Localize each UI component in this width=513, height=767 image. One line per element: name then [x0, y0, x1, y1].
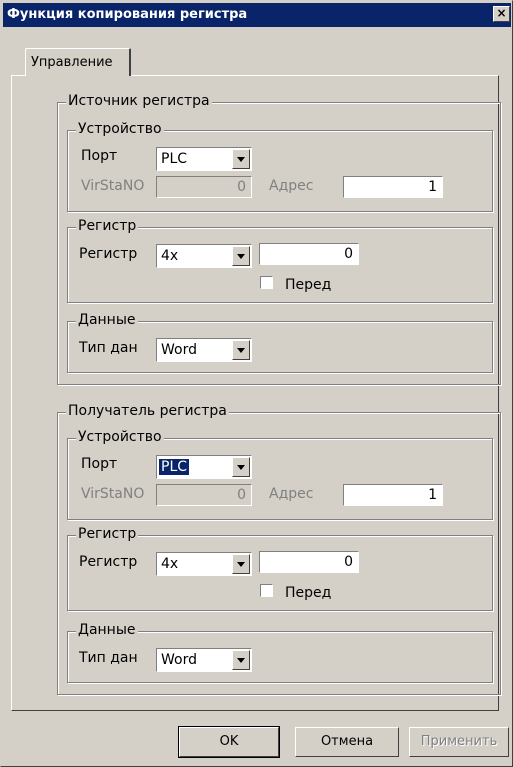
- close-icon[interactable]: ×: [493, 6, 510, 22]
- chevron-down-icon[interactable]: [232, 650, 250, 670]
- destination-port-select[interactable]: PLC: [156, 455, 252, 479]
- source-port-select[interactable]: PLC: [156, 147, 252, 171]
- destination-transfer-label: Перед: [285, 585, 332, 601]
- destination-register-address-field[interactable]: 0: [259, 551, 359, 573]
- title-bar[interactable]: Функция копирования регистра ×: [3, 3, 511, 27]
- ok-button[interactable]: OK: [178, 726, 280, 758]
- source-data-type-label: Тип дан: [79, 340, 138, 356]
- destination-port-label: Порт: [81, 456, 118, 472]
- destination-data-title: Данные: [76, 622, 138, 638]
- destination-port-value: PLC: [159, 459, 190, 475]
- destination-device-group: Устройство: [67, 429, 493, 520]
- source-transfer-label: Перед: [285, 277, 332, 293]
- source-address-label: Адрес: [269, 178, 314, 194]
- destination-register-group: Регистр: [67, 526, 493, 611]
- destination-address-label: Адрес: [269, 486, 314, 502]
- destination-register-type-value: 4x: [161, 556, 179, 572]
- source-data-type-select[interactable]: Word: [156, 338, 252, 362]
- destination-group-title: Получатель регистра: [66, 403, 229, 419]
- source-group-title: Источник регистра: [66, 93, 212, 109]
- destination-register-title: Регистр: [76, 526, 139, 542]
- window-title: Функция копирования регистра: [7, 7, 248, 22]
- source-register-address-field[interactable]: 0: [259, 243, 359, 265]
- destination-device-title: Устройство: [76, 429, 164, 445]
- chevron-down-icon[interactable]: [232, 340, 250, 360]
- source-device-group: Устройство: [67, 121, 493, 212]
- destination-address-field[interactable]: 1: [343, 484, 443, 506]
- destination-virstano-field: 0: [156, 484, 252, 506]
- destination-register-label: Регистр: [79, 554, 138, 570]
- source-data-title: Данные: [76, 312, 138, 328]
- source-transfer-checkbox[interactable]: [260, 276, 273, 289]
- cancel-button[interactable]: Отмена: [295, 727, 399, 757]
- source-virstano-field: 0: [156, 176, 252, 198]
- chevron-down-icon[interactable]: [232, 246, 250, 266]
- destination-data-type-label: Тип дан: [79, 650, 138, 666]
- chevron-down-icon[interactable]: [232, 149, 250, 169]
- source-register-title: Регистр: [76, 218, 139, 234]
- source-register-group: Регистр: [67, 218, 493, 303]
- dialog-window: Функция копирования регистра × Управлени…: [0, 0, 513, 767]
- source-data-type-value: Word: [161, 342, 197, 358]
- tab-control-label: Управление: [31, 55, 113, 70]
- source-virstano-label: VirStaNO: [81, 178, 145, 194]
- destination-transfer-checkbox[interactable]: [260, 584, 273, 597]
- source-device-title: Устройство: [76, 121, 164, 137]
- source-port-label: Порт: [81, 148, 118, 164]
- source-register-type-select[interactable]: 4x: [156, 244, 252, 268]
- destination-register-type-select[interactable]: 4x: [156, 552, 252, 576]
- chevron-down-icon[interactable]: [232, 554, 250, 574]
- tab-control[interactable]: Управление: [25, 48, 131, 76]
- source-register-type-value: 4x: [161, 248, 179, 264]
- apply-button: Применить: [409, 727, 509, 757]
- source-address-field[interactable]: 1: [343, 176, 443, 198]
- source-register-label: Регистр: [79, 246, 138, 262]
- source-port-value: PLC: [161, 151, 188, 167]
- chevron-down-icon[interactable]: [232, 457, 250, 477]
- destination-data-type-value: Word: [161, 652, 197, 668]
- destination-data-type-select[interactable]: Word: [156, 648, 252, 672]
- destination-virstano-label: VirStaNO: [81, 486, 145, 502]
